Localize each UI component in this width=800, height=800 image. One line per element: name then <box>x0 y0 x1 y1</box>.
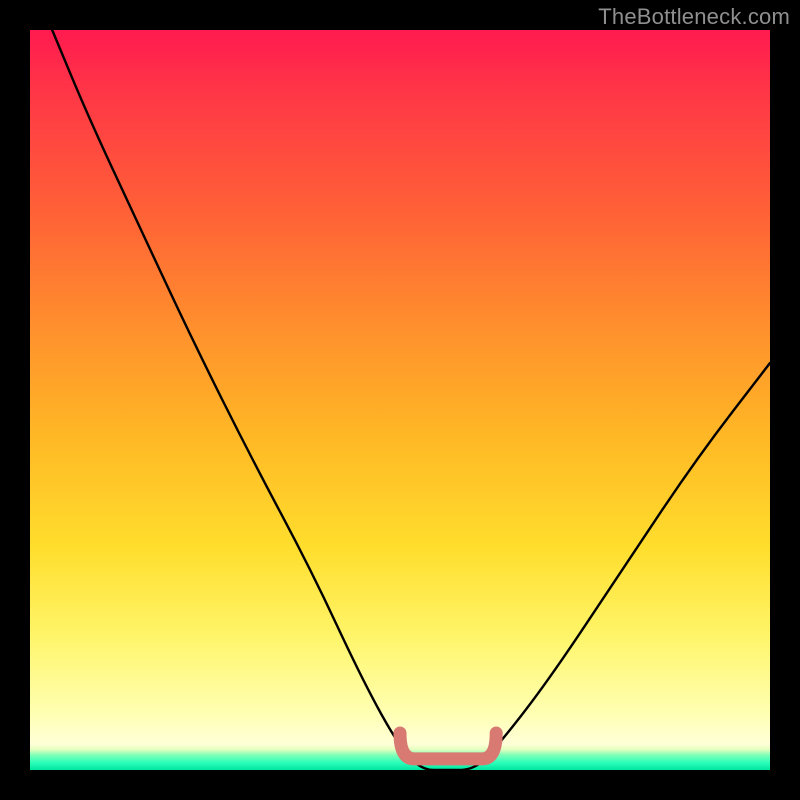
highlight-path <box>400 733 496 759</box>
plot-area <box>30 30 770 770</box>
curve-svg <box>30 30 770 770</box>
bottleneck-curve <box>52 30 770 770</box>
flat-bottom-highlight <box>400 733 496 759</box>
chart-frame: TheBottleneck.com <box>0 0 800 800</box>
curve-path <box>52 30 770 770</box>
watermark-label: TheBottleneck.com <box>598 4 790 30</box>
